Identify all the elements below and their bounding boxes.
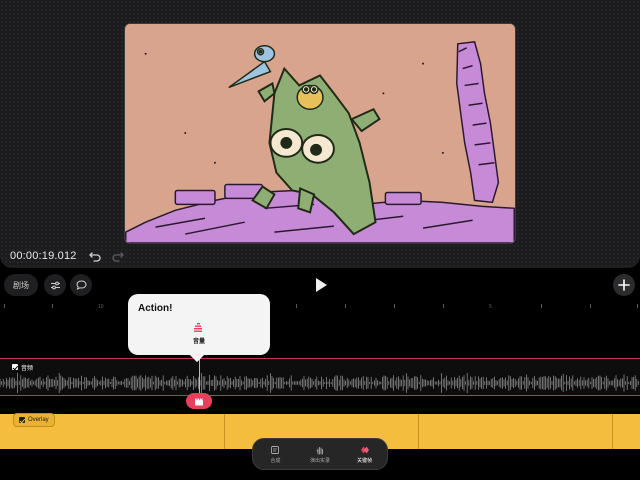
overlay-track-name: Overlay — [28, 417, 49, 423]
ruler-number: 10 — [98, 304, 104, 310]
add-track-button[interactable] — [613, 274, 635, 296]
ruler-tick — [345, 304, 346, 308]
comment-button[interactable] — [70, 274, 92, 296]
dock-item-compose[interactable]: 合成 — [255, 445, 295, 464]
ruler-tick — [296, 304, 297, 308]
stage-label: 剧场 — [13, 280, 29, 290]
ruler-tick — [590, 304, 591, 308]
clip-divider — [224, 414, 225, 449]
adjust-button[interactable] — [44, 274, 66, 296]
play-icon[interactable] — [313, 276, 329, 294]
ruler-number: 5 — [489, 304, 492, 310]
clip-divider — [418, 414, 419, 449]
speech-bubble-icon — [75, 280, 87, 290]
hand-icon — [316, 446, 323, 454]
audio-track-name: 音频 — [21, 365, 34, 372]
ruler-tick — [52, 304, 53, 308]
redo-icon[interactable] — [111, 249, 125, 263]
volume-bars-icon[interactable] — [192, 321, 204, 333]
sliders-icon — [50, 281, 60, 289]
cartoon-monster-frame — [125, 24, 515, 243]
overlay-track-label[interactable]: Overlay — [13, 413, 55, 427]
popover-volume-label[interactable]: 音量 — [128, 336, 270, 345]
clapperboard-icon — [195, 397, 203, 405]
audio-track-checkbox[interactable] — [12, 364, 18, 370]
stage-button[interactable]: 剧场 — [4, 274, 38, 296]
ruler-tick — [541, 304, 542, 308]
ruler-tick — [394, 304, 395, 308]
timecode-display: 00:00:19.012 — [10, 250, 77, 262]
keyframe-icon — [360, 446, 369, 453]
audio-track-label[interactable]: 音频 — [12, 362, 33, 372]
dock-item-label: 合成 — [270, 457, 281, 464]
ruler-tick — [637, 304, 638, 308]
clip-divider — [612, 414, 613, 449]
plus-icon — [618, 279, 630, 291]
timeline-toolbar: 剧场 — [0, 272, 640, 298]
layers-icon — [271, 445, 280, 454]
dock-item-label: 关键帧 — [357, 457, 373, 464]
overlay-track-checkbox[interactable] — [19, 417, 25, 423]
dock-item-label: 演出实录 — [309, 457, 330, 464]
audio-track[interactable]: 音频 — [0, 358, 640, 396]
video-preview[interactable] — [124, 23, 516, 244]
popover-title: Action! — [138, 303, 173, 314]
audio-waveform — [0, 373, 639, 393]
ruler-tick — [443, 304, 444, 308]
undo-icon[interactable] — [88, 249, 102, 263]
bottom-dock: 合成 演出实录 关键帧 — [252, 438, 388, 470]
keyframe-marker[interactable] — [186, 393, 212, 409]
timeline-ruler[interactable]: 10 5 — [0, 300, 640, 314]
dock-item-keyframe[interactable]: 关键帧 — [345, 445, 385, 464]
dock-item-performance[interactable]: 演出实录 — [300, 445, 340, 464]
preview-area: 00:00:19.012 — [0, 0, 640, 268]
keyframe-popover: Action! 音量 — [128, 294, 270, 355]
ruler-tick — [4, 304, 5, 308]
